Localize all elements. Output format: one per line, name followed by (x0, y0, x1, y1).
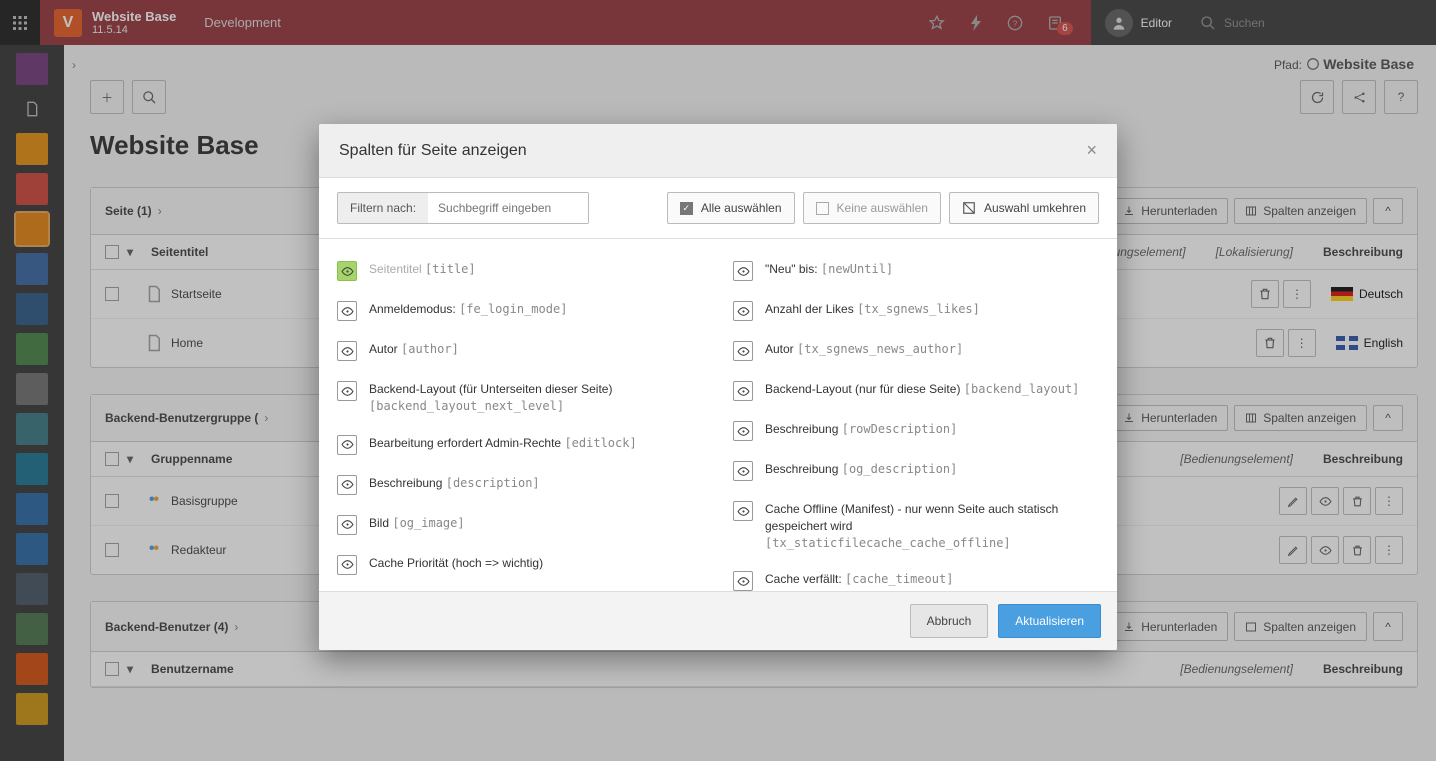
toggle-column-eye[interactable] (337, 475, 357, 495)
toggle-column-eye[interactable] (337, 341, 357, 361)
close-button[interactable]: × (1086, 140, 1097, 161)
columns-modal: Spalten für Seite anzeigen × Filtern nac… (319, 124, 1117, 650)
invert-icon (962, 201, 976, 215)
toggle-column-eye[interactable] (733, 301, 753, 321)
column-field: Bearbeitung erfordert Admin-Rechte [edit… (337, 425, 703, 465)
toggle-column-eye[interactable] (337, 515, 357, 535)
column-field: Autor [author] (337, 331, 703, 371)
toggle-column-eye[interactable] (337, 435, 357, 455)
toggle-column-eye[interactable] (733, 461, 753, 481)
column-field: "Neu" bis: [newUntil] (733, 251, 1099, 291)
column-field: Beschreibung [og_description] (733, 451, 1099, 491)
toggle-column-eye[interactable] (733, 341, 753, 361)
toggle-column-eye[interactable] (337, 261, 357, 281)
column-field: Seitentitel [title] (337, 251, 703, 291)
filter-field: Filtern nach: (337, 192, 589, 224)
column-field: Backend-Layout (nur für diese Seite) [ba… (733, 371, 1099, 411)
column-field: Beschreibung [rowDescription] (733, 411, 1099, 451)
column-field: Anzahl der Likes [tx_sgnews_likes] (733, 291, 1099, 331)
filter-label: Filtern nach: (338, 193, 428, 223)
toggle-column-eye[interactable] (733, 501, 753, 521)
select-all-button[interactable]: ✓Alle auswählen (667, 192, 795, 224)
column-field: Cache Priorität (hoch => wichtig) (337, 545, 703, 585)
toggle-column-eye[interactable] (337, 381, 357, 401)
column-field: Cache Offline (Manifest) - nur wenn Seit… (733, 491, 1099, 561)
column-field: Cache verfällt: [cache_timeout] (733, 561, 1099, 591)
column-field: Bild [og_image] (337, 505, 703, 545)
toggle-column-eye[interactable] (733, 421, 753, 441)
toggle-column-eye[interactable] (337, 301, 357, 321)
toggle-column-eye[interactable] (733, 261, 753, 281)
update-button[interactable]: Aktualisieren (998, 604, 1101, 638)
column-field: Beschreibung [description] (337, 465, 703, 505)
invert-button[interactable]: Auswahl umkehren (949, 192, 1099, 224)
toggle-column-eye[interactable] (733, 381, 753, 401)
toggle-column-eye[interactable] (337, 555, 357, 575)
column-field: Backend-Layout (für Unterseiten dieser S… (337, 371, 703, 425)
cancel-button[interactable]: Abbruch (910, 604, 989, 638)
column-field: Anmeldemodus: [fe_login_mode] (337, 291, 703, 331)
select-none-button[interactable]: Keine auswählen (803, 192, 941, 224)
column-field: Autor [tx_sgnews_news_author] (733, 331, 1099, 371)
toggle-column-eye[interactable] (733, 571, 753, 591)
filter-input[interactable] (428, 193, 588, 223)
modal-title: Spalten für Seite anzeigen (339, 142, 527, 160)
